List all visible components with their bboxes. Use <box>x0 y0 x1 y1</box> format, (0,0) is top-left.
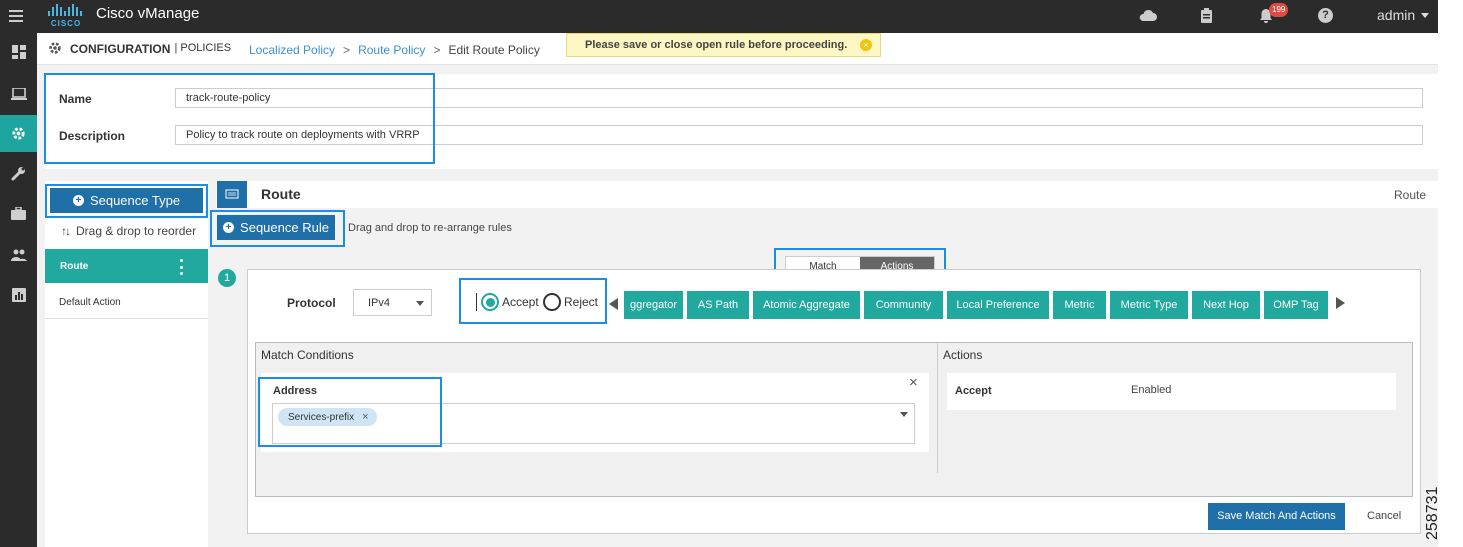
rule-number-badge: 1 <box>218 269 236 287</box>
action-name: Accept <box>955 385 992 397</box>
notification-badge: 199 <box>1269 3 1289 17</box>
sequence-rule-button[interactable]: + Sequence Rule <box>217 215 335 240</box>
cloud-icon[interactable] <box>1139 9 1157 25</box>
action-tab-local-preference[interactable]: Local Preference <box>947 291 1049 319</box>
accept-label: Accept <box>502 295 539 309</box>
breadcrumb-localized-policy[interactable]: Localized Policy <box>249 43 335 57</box>
address-chip-label: Services-prefix <box>288 411 355 423</box>
description-label: Description <box>59 129 126 143</box>
name-label: Name <box>59 92 92 106</box>
scroll-left-icon[interactable] <box>609 298 618 310</box>
action-tab-omp-tag[interactable]: OMP Tag <box>1264 291 1328 319</box>
help-icon[interactable]: ? <box>1318 8 1333 23</box>
user-menu[interactable]: admin <box>1377 7 1430 23</box>
configuration-gear-icon[interactable] <box>0 115 37 152</box>
action-tab-community[interactable]: Community <box>864 291 943 319</box>
drag-rules-hint: Drag and drop to re-arrange rules <box>348 222 512 234</box>
chevron-down-icon <box>900 412 908 417</box>
close-warning-icon[interactable]: × <box>860 39 872 51</box>
address-label: Address <box>273 385 318 397</box>
dashboard-icon[interactable] <box>0 33 37 70</box>
cisco-logo: CISCO <box>46 3 86 29</box>
app-title: Cisco vManage <box>96 5 200 22</box>
radio-unchecked-icon <box>543 293 561 311</box>
sidebar-item-label: Route <box>60 261 89 272</box>
action-tab-metric[interactable]: Metric <box>1053 291 1106 319</box>
drag-reorder-hint: ↑↓ Drag & drop to reorder <box>61 224 196 238</box>
action-tab-aggregator[interactable]: ggregator <box>624 291 683 319</box>
route-title-right: Route <box>1394 188 1427 202</box>
breadcrumb-bar: CONFIGURATION | POLICIES Localized Polic… <box>37 33 1438 65</box>
panel-divider <box>937 343 938 473</box>
users-icon[interactable] <box>0 236 37 273</box>
match-conditions-title: Match Conditions <box>261 348 354 362</box>
sidebar-item-default-action[interactable]: Default Action <box>45 285 208 319</box>
menu-icon[interactable] <box>9 10 23 22</box>
section-title: CONFIGURATION <box>70 42 171 56</box>
side-nav <box>0 33 37 547</box>
cancel-button[interactable]: Cancel <box>1367 510 1401 522</box>
warning-text: Please save or close open rule before pr… <box>585 39 848 51</box>
chip-remove-icon[interactable]: × <box>362 411 368 423</box>
actions-row: Accept Enabled <box>947 373 1396 410</box>
policy-details-card: Name track-route-policy Description Poli… <box>45 74 1438 169</box>
breadcrumb-separator: > <box>343 43 351 57</box>
protocol-select[interactable]: IPv4 <box>353 289 432 316</box>
reject-label: Reject <box>564 295 599 309</box>
breadcrumb: Localized Policy > Route Policy > Edit R… <box>249 43 540 57</box>
accept-radio[interactable]: Accept <box>476 293 539 311</box>
sidebar-item-label: Default Action <box>59 297 121 308</box>
address-chip[interactable]: Services-prefix × <box>278 408 377 426</box>
action-tab-next-hop[interactable]: Next Hop <box>1192 291 1260 319</box>
name-input[interactable]: track-route-policy <box>175 88 1423 108</box>
analytics-icon[interactable] <box>0 276 37 313</box>
clipboard-icon[interactable] <box>1200 8 1213 27</box>
user-name: admin <box>1377 7 1416 23</box>
toolbox-icon[interactable] <box>0 195 37 232</box>
wrench-icon[interactable] <box>0 155 37 192</box>
drag-reorder-label: Drag & drop to reorder <box>76 224 197 238</box>
figure-id: 258731 <box>1424 486 1441 540</box>
description-input[interactable]: Policy to track route on deployments wit… <box>175 125 1423 145</box>
gear-icon <box>48 41 62 58</box>
monitor-icon[interactable] <box>0 75 37 112</box>
logo-text: CISCO <box>50 19 82 28</box>
reorder-arrows-icon: ↑↓ <box>61 224 71 238</box>
action-value: Enabled <box>1131 384 1172 396</box>
actions-title: Actions <box>943 348 983 362</box>
sidebar-item-route[interactable]: Route <box>45 249 208 283</box>
plus-icon: + <box>223 222 235 233</box>
warning-banner: Please save or close open rule before pr… <box>566 33 881 57</box>
breadcrumb-current: Edit Route Policy <box>448 43 540 57</box>
plus-icon: + <box>72 195 84 206</box>
action-tab-atomic-aggregate[interactable]: Atomic Aggregate <box>753 291 860 319</box>
protocol-label: Protocol <box>287 296 336 310</box>
sequence-rule-label: Sequence Rule <box>240 220 329 235</box>
remove-condition-icon[interactable]: × <box>909 375 918 390</box>
route-tlac-icon <box>217 181 247 208</box>
action-tab-metric-type[interactable]: Metric Type <box>1110 291 1188 319</box>
chevron-down-icon <box>416 301 424 306</box>
breadcrumb-separator: > <box>433 43 441 57</box>
kebab-menu-icon[interactable] <box>180 259 184 275</box>
route-title: Route <box>261 186 301 202</box>
protocol-value: IPv4 <box>368 297 391 309</box>
scroll-right-icon[interactable] <box>1336 297 1345 309</box>
chevron-down-icon <box>1421 12 1430 18</box>
page-title: CONFIGURATION | POLICIES <box>70 42 231 56</box>
sequence-type-label: Sequence Type <box>89 193 181 208</box>
breadcrumb-route-policy[interactable]: Route Policy <box>358 43 425 57</box>
subsection-title: | POLICIES <box>174 42 232 54</box>
address-select[interactable]: Services-prefix × <box>272 403 915 444</box>
top-bar: CISCO Cisco vManage 199 ? admin <box>0 0 1438 33</box>
radio-checked-icon <box>481 293 499 311</box>
action-tab-as-path[interactable]: AS Path <box>687 291 749 319</box>
route-header <box>216 181 1438 208</box>
reject-radio[interactable]: Reject <box>543 293 598 311</box>
sequence-type-button[interactable]: + Sequence Type <box>50 188 203 213</box>
save-match-actions-button[interactable]: Save Match And Actions <box>1208 503 1345 530</box>
